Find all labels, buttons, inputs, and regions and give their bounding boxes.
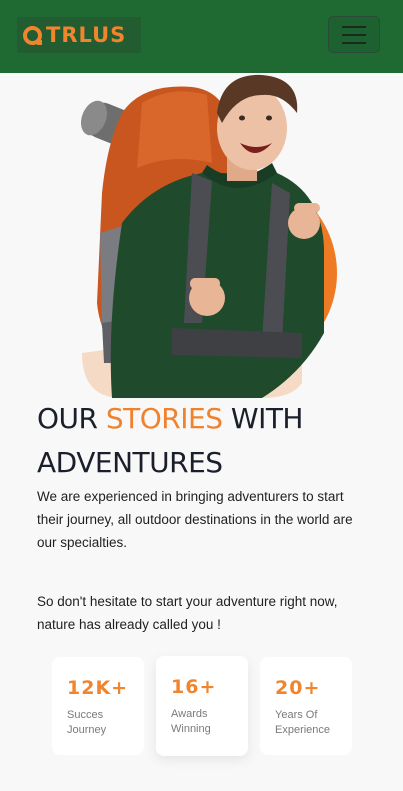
stat-value: 12K+ — [67, 677, 129, 699]
stat-card-experience: 20+ Years Of Experience — [260, 657, 352, 755]
cta-paragraph: So don't hesitate to start your adventur… — [37, 594, 338, 632]
menu-toggle-button[interactable] — [328, 16, 380, 53]
stat-card-awards: 16+ Awards Winning — [156, 656, 248, 756]
stat-card-journey: 12K+ Succes Journey — [52, 657, 144, 755]
navbar: TRLUS — [0, 0, 403, 73]
stat-value: 20+ — [275, 677, 321, 699]
stat-label: Succes Journey — [67, 709, 107, 736]
hamburger-icon — [342, 25, 366, 28]
stat-value: 16+ — [171, 676, 217, 698]
stat-label: Years Of Experience — [275, 709, 331, 736]
hero-image — [80, 74, 337, 398]
logo-mark-icon — [23, 25, 42, 45]
logo-text: TRLUS — [46, 23, 127, 47]
stat-label: Awards Winning — [171, 708, 211, 735]
page-headline: OUR STORIES WITH ADVENTURES — [37, 402, 304, 479]
headline-accent: STORIES — [105, 402, 223, 435]
brand-logo[interactable]: TRLUS — [17, 17, 141, 53]
intro-paragraph: We are experienced in bringing adventure… — [37, 489, 353, 550]
